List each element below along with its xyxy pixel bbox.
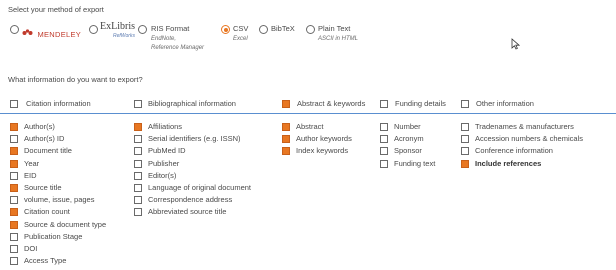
mouse-pointer-icon — [511, 38, 520, 50]
field-serial-identifiers-e-g-issn-label: Serial identifiers (e.g. ISSN) — [148, 134, 241, 144]
radio-csv[interactable] — [221, 25, 230, 34]
radio-bibtex[interactable] — [259, 25, 268, 34]
field-sponsor-checkbox[interactable] — [380, 147, 388, 156]
plain-text-sub: ASCII in HTML — [318, 36, 359, 42]
field-abstract-checkbox[interactable] — [282, 123, 290, 131]
export-method-heading: Select your method of export — [8, 5, 104, 14]
group-abstract-checkbox[interactable] — [282, 100, 290, 108]
group-bibliographical-label: Bibliographical information — [148, 99, 236, 108]
field-doi-label: DOI — [24, 244, 38, 253]
field-document-title-label: Document title — [24, 146, 72, 156]
field-volume-issue-pages-label: volume, issue, pages — [24, 195, 95, 205]
field-number-label: Number — [394, 122, 421, 131]
field-index-keywords-checkbox[interactable] — [282, 147, 290, 156]
field-citation-count-checkbox[interactable] — [10, 208, 18, 217]
field-tradenames-manufacturers-checkbox[interactable] — [461, 123, 469, 131]
field-correspondence-address-checkbox[interactable] — [134, 196, 142, 205]
group-funding-label: Funding details — [395, 99, 446, 108]
field-accession-numbers-chemicals-checkbox[interactable] — [461, 135, 469, 144]
field-author-s-label: Author(s) — [24, 122, 55, 131]
field-abbreviated-source-title-label: Abbreviated source title — [148, 207, 227, 217]
ris-label: RIS Format — [151, 24, 190, 33]
field-publication-stage-checkbox[interactable] — [10, 232, 18, 241]
mendeley-label: MENDELEY — [37, 30, 82, 39]
radio-ris[interactable] — [138, 25, 147, 34]
field-acronym-label: Acronym — [394, 134, 424, 144]
field-document-title-checkbox[interactable] — [10, 147, 18, 156]
mendeley-logo: MENDELEY — [22, 24, 81, 42]
field-editor-s-checkbox[interactable] — [134, 171, 142, 180]
field-include-references-label: Include references — [475, 158, 542, 168]
field-number-checkbox[interactable] — [380, 123, 388, 131]
refworks-sublabel: RefWorks — [113, 33, 135, 39]
field-year-checkbox[interactable] — [10, 159, 18, 168]
field-affiliations-checkbox[interactable] — [134, 123, 142, 131]
mendeley-icon — [22, 29, 33, 36]
field-source-document-type-checkbox[interactable] — [10, 220, 18, 229]
radio-plain-text[interactable] — [306, 25, 315, 34]
group-other-checkbox[interactable] — [461, 100, 469, 108]
field-pubmed-id-label: PubMed ID — [148, 146, 186, 156]
field-accession-numbers-chemicals-label: Accession numbers & chemicals — [475, 134, 583, 144]
field-sponsor-label: Sponsor — [394, 146, 422, 156]
field-conference-information-label: Conference information — [475, 146, 553, 156]
field-eid-checkbox[interactable] — [10, 171, 18, 180]
field-doi-checkbox[interactable] — [10, 245, 18, 253]
field-conference-information-checkbox[interactable] — [461, 147, 469, 156]
info-heading: What information do you want to export? — [8, 75, 143, 84]
group-bibliographical-checkbox[interactable] — [134, 100, 142, 108]
field-include-references-checkbox[interactable] — [461, 159, 469, 168]
field-citation-count-label: Citation count — [24, 207, 70, 217]
field-author-s-id-checkbox[interactable] — [10, 135, 18, 144]
field-affiliations-label: Affiliations — [148, 122, 183, 131]
radio-mendeley[interactable] — [10, 25, 19, 34]
section-divider — [0, 113, 616, 114]
group-citation-checkbox[interactable] — [10, 100, 18, 108]
radio-exlibris[interactable] — [89, 25, 98, 34]
field-access-type-label: Access Type — [24, 256, 67, 266]
csv-sub: Excel — [233, 36, 248, 42]
group-other-label: Other information — [476, 99, 534, 108]
field-funding-text-label: Funding text — [394, 158, 436, 168]
field-language-of-original-document-checkbox[interactable] — [134, 184, 142, 192]
field-abstract-label: Abstract — [296, 122, 324, 131]
field-funding-text-checkbox[interactable] — [380, 159, 388, 168]
group-funding-checkbox[interactable] — [380, 100, 388, 108]
field-year-label: Year — [24, 158, 40, 168]
field-source-title-label: Source title — [24, 183, 62, 192]
field-author-keywords-label: Author keywords — [296, 134, 352, 144]
ris-sub1: EndNote, — [151, 36, 177, 42]
field-source-document-type-label: Source & document type — [24, 219, 107, 229]
field-pubmed-id-checkbox[interactable] — [134, 147, 142, 156]
field-publisher-checkbox[interactable] — [134, 159, 142, 168]
field-author-s-checkbox[interactable] — [10, 123, 18, 131]
field-language-of-original-document-label: Language of original document — [148, 183, 251, 192]
exlibris-logo: ExLibris — [100, 21, 135, 32]
plain-text-label: Plain Text — [318, 24, 351, 33]
group-abstract-label: Abstract & keywords — [297, 99, 366, 108]
field-eid-label: EID — [24, 170, 37, 180]
field-author-s-id-label: Author(s) ID — [24, 134, 65, 144]
csv-label: CSV — [233, 24, 249, 33]
field-publisher-label: Publisher — [148, 158, 180, 168]
field-author-keywords-checkbox[interactable] — [282, 135, 290, 144]
bibtex-label: BibTeX — [271, 24, 295, 33]
field-volume-issue-pages-checkbox[interactable] — [10, 196, 18, 205]
ris-sub2: Reference Manager — [151, 45, 205, 51]
field-acronym-checkbox[interactable] — [380, 135, 388, 144]
field-source-title-checkbox[interactable] — [10, 184, 18, 192]
field-serial-identifiers-e-g-issn-checkbox[interactable] — [134, 135, 142, 144]
group-citation-label: Citation information — [26, 99, 91, 108]
field-correspondence-address-label: Correspondence address — [148, 195, 233, 205]
field-tradenames-manufacturers-label: Tradenames & manufacturers — [475, 122, 574, 131]
field-editor-s-label: Editor(s) — [148, 170, 177, 180]
field-publication-stage-label: Publication Stage — [24, 231, 83, 241]
field-access-type-checkbox[interactable] — [10, 257, 18, 266]
field-index-keywords-label: Index keywords — [296, 146, 349, 156]
field-abbreviated-source-title-checkbox[interactable] — [134, 208, 142, 217]
